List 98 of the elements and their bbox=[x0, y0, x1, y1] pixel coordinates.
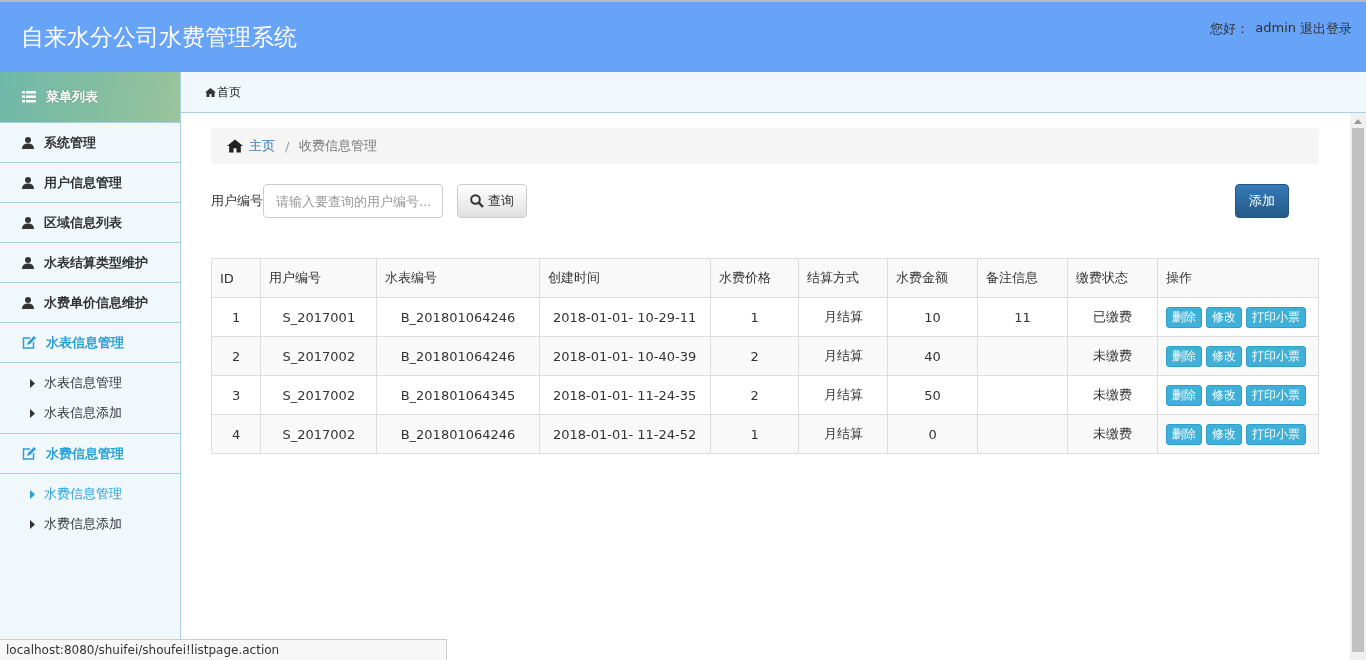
caret-icon bbox=[30, 489, 35, 499]
column-header: 用户编号 bbox=[260, 258, 377, 298]
list-icon bbox=[22, 91, 36, 103]
table-cell: 2018-01-01- 11-24-52 bbox=[539, 414, 711, 454]
table-cell: 月结算 bbox=[799, 336, 888, 376]
action-button[interactable]: 打印小票 bbox=[1246, 423, 1306, 445]
edit-icon bbox=[22, 336, 36, 349]
sidebar-item[interactable]: 水费单价信息维护 bbox=[0, 283, 180, 323]
app-title: 自来水分公司水费管理系统 bbox=[21, 22, 297, 52]
column-header: 水费价格 bbox=[710, 258, 799, 298]
sidebar-title: 菜单列表 bbox=[46, 88, 98, 106]
column-header: 水表编号 bbox=[376, 258, 540, 298]
column-header: 备注信息 bbox=[977, 258, 1068, 298]
scroll-up-icon[interactable] bbox=[1354, 119, 1362, 124]
table-cell: 月结算 bbox=[799, 297, 888, 337]
scrollbar-thumb[interactable] bbox=[1352, 128, 1364, 652]
greeting-text: 您好： bbox=[1210, 20, 1250, 38]
table-cell: 未缴费 bbox=[1067, 375, 1158, 415]
action-button[interactable]: 删除 bbox=[1166, 306, 1202, 328]
user-icon bbox=[22, 216, 34, 229]
table-cell: 1 bbox=[710, 414, 799, 454]
caret-icon bbox=[30, 378, 35, 388]
user-icon bbox=[22, 136, 34, 149]
table-cell: 2018-01-01- 11-24-35 bbox=[539, 375, 711, 415]
status-url: localhost:8080/shuifei/shoufei!listpage.action bbox=[0, 639, 447, 660]
sidebar-subitem[interactable]: 水表信息管理 bbox=[0, 368, 180, 398]
table-cell: B_201801064345 bbox=[376, 375, 540, 415]
logout-link[interactable]: 退出登录 bbox=[1300, 20, 1352, 38]
table-cell: S_2017001 bbox=[260, 297, 377, 337]
user-icon bbox=[22, 256, 34, 269]
edit-icon bbox=[22, 447, 36, 460]
search-label: 用户编号 bbox=[211, 192, 263, 210]
add-button[interactable]: 添加 bbox=[1235, 184, 1289, 218]
table-cell: 月结算 bbox=[799, 375, 888, 415]
table-cell: 未缴费 bbox=[1067, 336, 1158, 376]
column-header: 操作 bbox=[1157, 258, 1319, 298]
table-cell: B_201801064246 bbox=[376, 336, 540, 376]
action-button[interactable]: 修改 bbox=[1206, 384, 1242, 406]
table-cell: 2 bbox=[211, 336, 261, 376]
action-button[interactable]: 删除 bbox=[1166, 423, 1202, 445]
action-button[interactable]: 删除 bbox=[1166, 384, 1202, 406]
table-cell: 10 bbox=[887, 297, 978, 337]
action-button[interactable]: 打印小票 bbox=[1246, 306, 1306, 328]
table-cell: S_2017002 bbox=[260, 414, 377, 454]
home-icon bbox=[227, 139, 243, 153]
breadcrumb-link[interactable]: 主页 bbox=[249, 137, 275, 155]
scrollbar[interactable] bbox=[1350, 113, 1366, 660]
sidebar-subitem[interactable]: 水费信息添加 bbox=[0, 509, 180, 539]
sidebar-group[interactable]: 水费信息管理 bbox=[0, 434, 180, 474]
search-icon bbox=[470, 194, 484, 208]
column-header: ID bbox=[211, 258, 261, 298]
table-cell: 1 bbox=[211, 297, 261, 337]
action-button[interactable]: 修改 bbox=[1206, 306, 1242, 328]
table-cell: 0 bbox=[887, 414, 978, 454]
table-cell: 2018-01-01- 10-29-11 bbox=[539, 297, 711, 337]
table-cell: 2 bbox=[710, 375, 799, 415]
sidebar-item[interactable]: 水表结算类型维护 bbox=[0, 243, 180, 283]
table-cell: 2018-01-01- 10-40-39 bbox=[539, 336, 711, 376]
table-cell: 50 bbox=[887, 375, 978, 415]
user-icon bbox=[22, 176, 34, 189]
column-header: 缴费状态 bbox=[1067, 258, 1158, 298]
search-button[interactable]: 查询 bbox=[457, 184, 527, 218]
table-cell: 11 bbox=[977, 297, 1068, 337]
breadcrumb-current: 收费信息管理 bbox=[299, 137, 378, 155]
user-icon bbox=[22, 296, 34, 309]
home-tab[interactable]: 首页 bbox=[205, 83, 241, 101]
table-cell: S_2017002 bbox=[260, 375, 377, 415]
table-cell: 4 bbox=[211, 414, 261, 454]
username-text: admin bbox=[1255, 20, 1296, 37]
sidebar-item[interactable]: 区域信息列表 bbox=[0, 203, 180, 243]
table-cell: B_201801064246 bbox=[376, 414, 540, 454]
table-cell: 1 bbox=[710, 297, 799, 337]
action-button[interactable]: 修改 bbox=[1206, 345, 1242, 367]
caret-icon bbox=[30, 408, 35, 418]
action-button[interactable]: 打印小票 bbox=[1246, 384, 1306, 406]
column-header: 结算方式 bbox=[799, 258, 888, 298]
sidebar-subitem[interactable]: 水表信息添加 bbox=[0, 398, 180, 428]
caret-icon bbox=[30, 519, 35, 529]
table-cell: 未缴费 bbox=[1067, 414, 1158, 454]
column-header: 水费金额 bbox=[887, 258, 978, 298]
sidebar-item[interactable]: 用户信息管理 bbox=[0, 163, 180, 203]
table-cell: 已缴费 bbox=[1067, 297, 1158, 337]
table-cell: 月结算 bbox=[799, 414, 888, 454]
table-cell: 2 bbox=[710, 336, 799, 376]
action-button[interactable]: 修改 bbox=[1206, 423, 1242, 445]
sidebar-item[interactable]: 系统管理 bbox=[0, 123, 180, 163]
table-cell: S_2017002 bbox=[260, 336, 377, 376]
table-cell: 3 bbox=[211, 375, 261, 415]
action-button[interactable]: 打印小票 bbox=[1246, 345, 1306, 367]
breadcrumb-separator: / bbox=[285, 138, 290, 154]
sidebar-group[interactable]: 水表信息管理 bbox=[0, 323, 180, 363]
search-field[interactable]: 请输入要查询的用户编号... bbox=[263, 184, 443, 218]
sidebar-subitem[interactable]: 水费信息管理 bbox=[0, 479, 180, 509]
action-button[interactable]: 删除 bbox=[1166, 345, 1202, 367]
column-header: 创建时间 bbox=[539, 258, 711, 298]
table-cell: 40 bbox=[887, 336, 978, 376]
table-cell: B_201801064246 bbox=[376, 297, 540, 337]
home-icon bbox=[205, 87, 216, 97]
